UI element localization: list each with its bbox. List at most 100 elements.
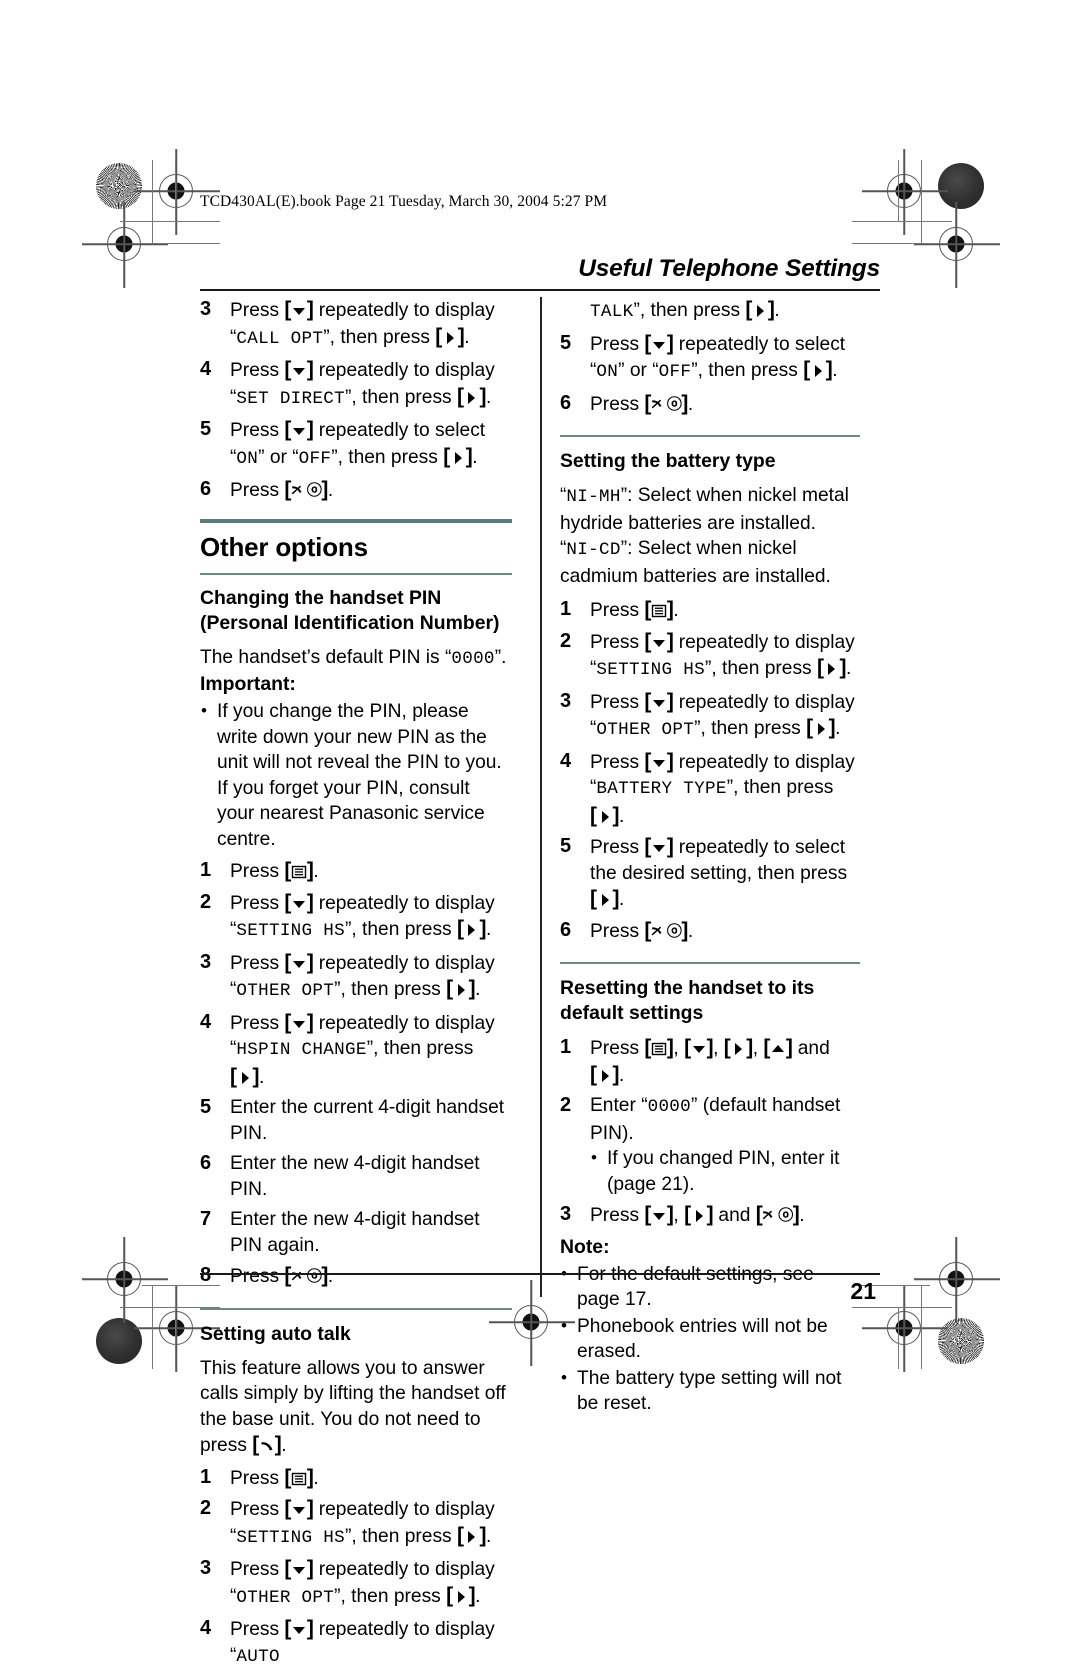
step-text: Press []. — [230, 859, 319, 883]
two-column-body: 3 Press [] repeatedly to display “CALL OP… — [200, 297, 880, 1667]
step-item: 3 Press [] repeatedly to display “OTHER O… — [560, 689, 860, 744]
step-item: 4 Press [] repeatedly to display “AUTO — [200, 1616, 512, 1670]
step-text: Enter the new 4-digit handset PIN again. — [230, 1209, 480, 1256]
step-number: 5 — [560, 331, 572, 354]
step-number: 3 — [200, 298, 212, 320]
subheading-setting-battery-type: Setting the battery type — [560, 450, 776, 473]
right-key-icon: [] — [435, 324, 465, 348]
step-text: Press [], [], [], [] and []. — [590, 1036, 830, 1086]
right-key-icon: [] — [446, 1583, 476, 1607]
running-head: Useful Telephone Settings — [578, 255, 880, 282]
lcd-display-text: NI-MH — [566, 487, 621, 508]
step-text: Press [ⓞ]. — [590, 391, 694, 415]
right-key-icon: [] — [745, 298, 775, 321]
step-item: 6 Press [ⓞ]. — [560, 391, 860, 419]
right-key-icon: [] — [590, 887, 619, 911]
step-item: 7 Enter the new 4-digit handset PIN again… — [200, 1207, 512, 1258]
step-number: 1 — [200, 859, 212, 882]
step-number: 8 — [200, 1263, 211, 1289]
description-line: “NI-MH”: Select when nickel metal hydrid… — [560, 485, 849, 534]
left-column: 3 Press [] repeatedly to display “CALL OP… — [200, 297, 530, 1667]
step-item: 6 Press [ⓞ]. — [200, 477, 512, 505]
crop-line-top-right-v — [921, 160, 923, 244]
off-key-icon: [ⓞ] — [644, 391, 688, 415]
right-key-icon: [] — [446, 977, 476, 1001]
crop-line-bottom-left-v — [152, 1285, 154, 1369]
registration-starburst-bottom-right — [938, 1318, 984, 1364]
bullet-item: The battery type setting will not be res… — [560, 1365, 860, 1417]
print-file-line: TCD430AL(E).book Page 21 Tuesday, March … — [200, 193, 608, 210]
up-key-icon: [] — [763, 1036, 793, 1060]
registration-target-top-right — [862, 149, 948, 235]
registration-blob-top-right — [938, 163, 984, 209]
step-item: TALK”, then press []. — [560, 297, 860, 326]
step-item: 4 Press [] repeatedly to display “SET DIR… — [200, 357, 512, 412]
right-key-icon: [] — [443, 444, 473, 468]
step-item: 2 Press [] repeatedly to display “SETTING… — [200, 890, 512, 945]
down-key-icon: [] — [284, 1617, 314, 1641]
step-text: Press [] repeatedly to display “SET DIRE… — [230, 358, 495, 409]
header-rule — [200, 289, 880, 292]
auto-talk-description: This feature allows you to answer calls … — [200, 1357, 506, 1457]
off-key-icon: [ⓞ] — [284, 478, 328, 501]
bullet-item: If you change the PIN, please write down… — [200, 698, 512, 852]
step-number: 5 — [200, 1096, 212, 1119]
step-number: 2 — [200, 890, 212, 913]
bullet-item: For the default settings, see page 17. — [560, 1261, 860, 1313]
section-heading-other-options: Other options — [200, 531, 368, 562]
crop-line-bottom-right-h — [852, 1307, 952, 1309]
step-text: Press [] repeatedly to select “ON” or “O… — [590, 331, 846, 383]
right-key-icon: [] — [806, 716, 836, 740]
right-key-icon: [] — [684, 1203, 714, 1227]
registration-target-right-lower — [914, 1237, 1000, 1323]
step-text: Enter “0000” (default handset PIN). — [590, 1095, 841, 1144]
crop-line-bottom-left-v2 — [175, 1307, 177, 1369]
talk-key-icon: [] — [252, 1433, 282, 1457]
step-item: 8 Press [ⓞ]. — [200, 1263, 512, 1291]
steps-auto-talk: 1 Press []. 2 Press [] repeatedly to displa… — [200, 1465, 512, 1670]
step-text: Press [] repeatedly to select “ON” or “O… — [230, 418, 486, 469]
lcd-display-text: ON — [236, 448, 259, 469]
step-text: Press [] repeatedly to display “CALL OPT… — [230, 298, 495, 349]
down-key-icon: [] — [284, 1497, 314, 1521]
step-item: 2 Enter “0000” (default handset PIN).If y… — [560, 1093, 860, 1197]
step-text: TALK”, then press []. — [590, 298, 780, 322]
right-key-icon: [] — [230, 1064, 259, 1088]
battery-type-descriptions: “NI-MH”: Select when nickel metal hydrid… — [560, 483, 860, 589]
step-number: 1 — [560, 1036, 572, 1059]
step-item: 3 Press [] repeatedly to display “CALL OP… — [200, 297, 512, 352]
step-item: 1 Press []. — [200, 858, 512, 885]
step-text: Press [ⓞ]. — [230, 478, 334, 501]
power-icon: ⓞ — [778, 1207, 793, 1225]
step-item: 6 Enter the new 4-digit handset PIN. — [200, 1151, 512, 1202]
right-column: TALK”, then press []. 5 Press [] repeatedl… — [530, 297, 860, 1414]
down-key-icon: [] — [284, 298, 314, 321]
right-key-icon: [] — [456, 1523, 486, 1547]
step-number: 2 — [560, 1094, 572, 1117]
step-item: 1 Press []. — [200, 1465, 512, 1492]
step-number: 4 — [560, 749, 572, 772]
page-number: 21 — [850, 1278, 876, 1304]
right-key-icon: [] — [816, 656, 846, 680]
section-rule-bottom — [200, 572, 512, 575]
step-item: 4 Press [] repeatedly to display “BATTERY… — [560, 749, 860, 830]
important-label: Important: — [200, 673, 296, 696]
lcd-display-text: CALL OPT — [236, 328, 324, 349]
step-item: 3 Press [] repeatedly to display “OTHER O… — [200, 1556, 512, 1611]
power-icon: ⓞ — [666, 395, 682, 413]
lcd-display-text: 0000 — [451, 648, 495, 669]
down-key-icon: [] — [284, 358, 314, 381]
step-text: Press [] repeatedly to display “OTHER OP… — [230, 1557, 495, 1608]
step-item: 3 Press [] repeatedly to display “OTHER O… — [200, 950, 512, 1005]
registration-blob-bottom-left — [96, 1318, 142, 1364]
step-text: Press [] repeatedly to display “AUTO — [230, 1617, 495, 1667]
registration-target-bottom-right — [862, 1286, 948, 1372]
step-number: 3 — [560, 1203, 572, 1226]
step-text: Press [ⓞ]. — [230, 1264, 334, 1288]
power-icon: ⓞ — [666, 922, 682, 940]
step-number: 6 — [560, 918, 572, 941]
step-text: Press [], [] and [ⓞ]. — [590, 1203, 805, 1227]
step-number: 5 — [200, 418, 212, 440]
crop-line-top-left-v2 — [175, 160, 177, 222]
steps-change-pin: 1 Press []. 2 Press [] repeatedly to displa… — [200, 858, 512, 1291]
